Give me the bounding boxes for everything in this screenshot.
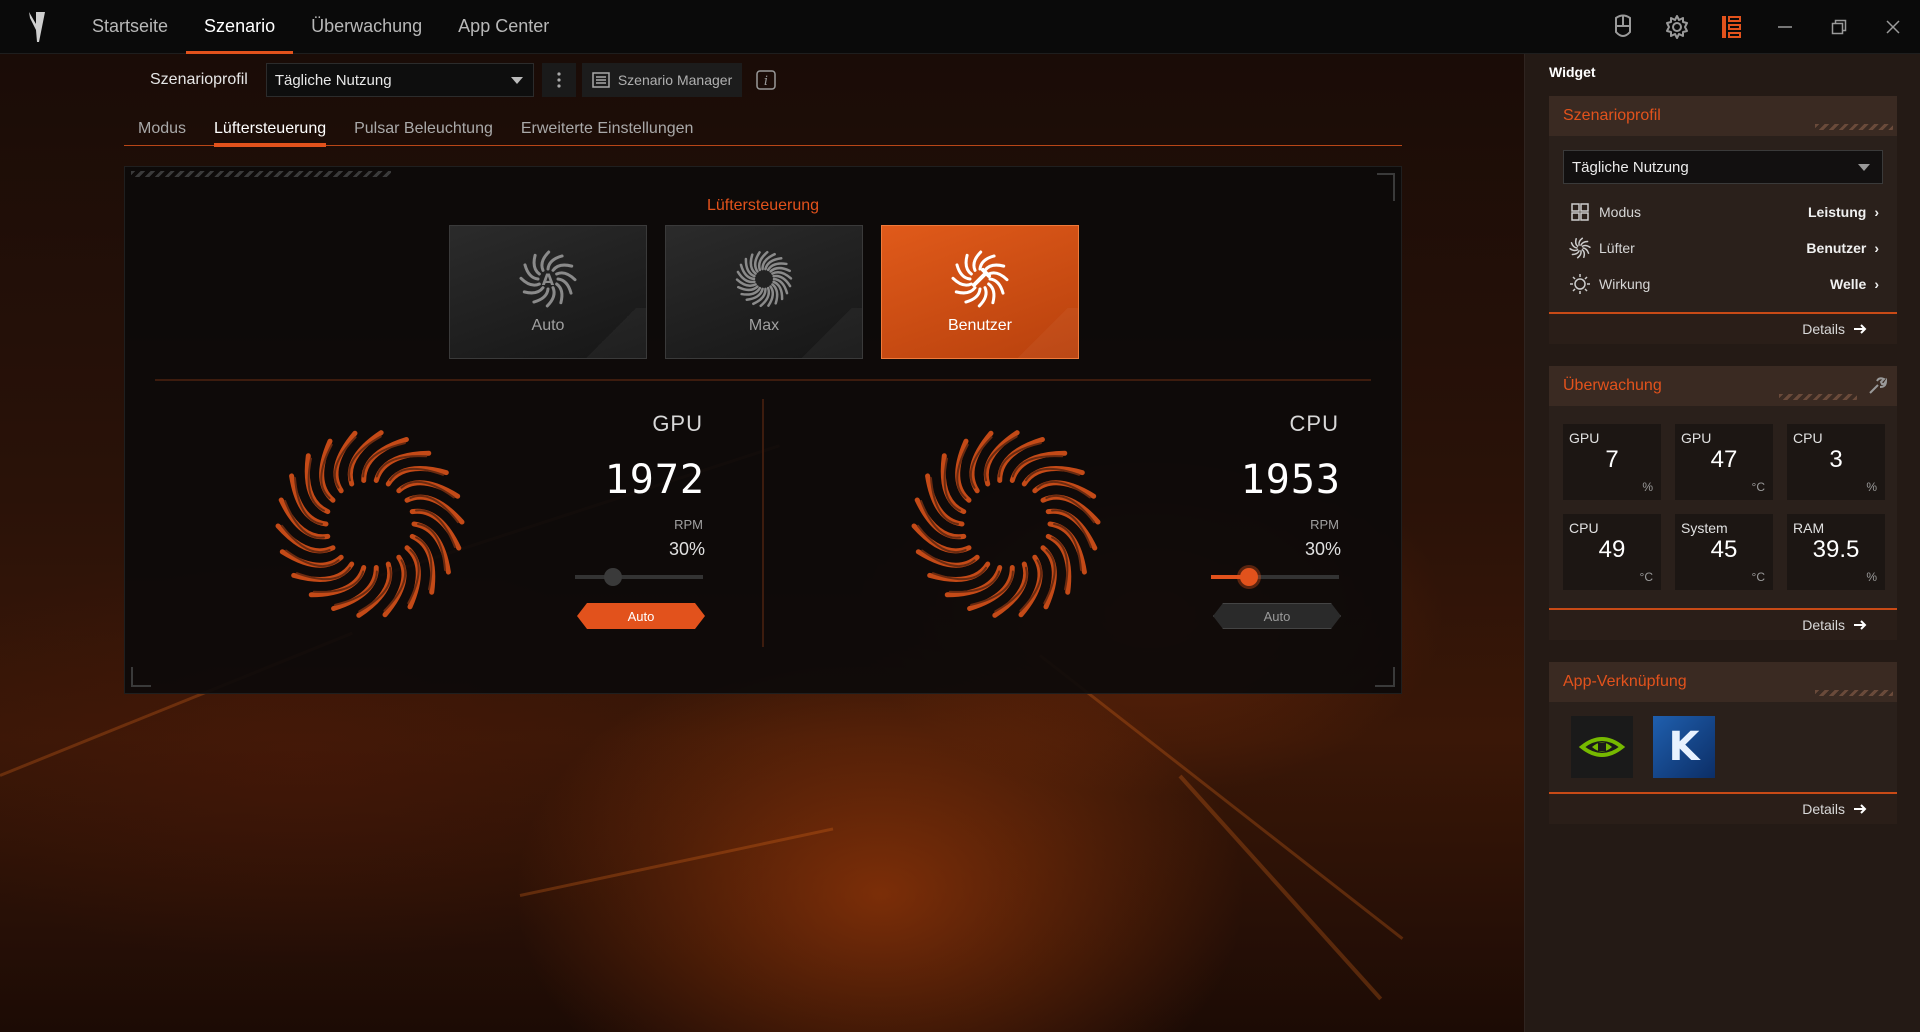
scenario-manager-button[interactable]: Szenario Manager: [581, 63, 743, 97]
nav-tab-szenario[interactable]: Szenario: [186, 0, 294, 54]
cpu-fan-block: CPU 1953 RPM 30% Auto: [801, 407, 1361, 647]
chevron-down-icon: [1858, 164, 1870, 171]
fan-mode-max-button[interactable]: Max: [665, 225, 863, 359]
nvidia-icon[interactable]: [1571, 716, 1633, 778]
tile-gpu-usage: GPU 7 %: [1563, 424, 1661, 500]
nav-tab-startseite[interactable]: Startseite: [74, 0, 186, 54]
widget-panel-toggle-icon[interactable]: [1704, 0, 1758, 54]
gpu-fan-percent: 30%: [668, 539, 705, 559]
gpu-fan-icon: [275, 430, 465, 618]
nav-tab-app-center[interactable]: App Center: [440, 0, 567, 54]
app-logo: [0, 0, 74, 54]
widget-row-modus[interactable]: Modus Leistung ›: [1549, 194, 1897, 230]
fan-mode-auto-label: Auto: [531, 317, 565, 334]
cpu-fan-slider[interactable]: [1211, 568, 1339, 586]
subtab-pulsar-beleuchtung[interactable]: Pulsar Beleuchtung: [340, 112, 507, 146]
arrow-right-icon: [1854, 804, 1867, 814]
list-icon: [592, 72, 610, 88]
cpu-fan-rpm: 1953: [1240, 457, 1341, 503]
sun-icon: [1569, 273, 1591, 295]
scenario-manager-label: Szenario Manager: [617, 72, 733, 88]
widget-apps-card: App-Verknüpfung K Details: [1549, 662, 1897, 824]
fan-control-title: Lüftersteuerung: [706, 197, 820, 214]
cpu-fan-name: CPU: [1289, 411, 1339, 436]
tile-cpu-temp: CPU 49 °C: [1563, 514, 1661, 590]
subtab-erweiterte-einstellungen[interactable]: Erweiterte Einstellungen: [507, 112, 708, 146]
scenario-profile-select[interactable]: Tägliche Nutzung: [265, 63, 534, 97]
tile-system-temp: System 45 °C: [1675, 514, 1773, 590]
widget-profile-details-link[interactable]: Details: [1549, 312, 1897, 344]
info-icon[interactable]: i: [754, 68, 778, 92]
arrow-right-icon: [1854, 324, 1867, 334]
widget-profile-card: Szenarioprofil Tägliche Nutzung Modus Le…: [1549, 96, 1897, 344]
widget-profile-header: Szenarioprofil: [1549, 96, 1897, 136]
kebab-icon: [557, 72, 561, 88]
gpu-fan-name: GPU: [652, 411, 703, 436]
svg-text:A: A: [542, 270, 555, 289]
fan-auto-icon: A: [519, 250, 577, 308]
chevron-right-icon: ›: [1874, 204, 1879, 220]
gpu-fan-block: GPU 1972 RPM 30% Auto: [165, 407, 725, 647]
widget-monitor-details-link[interactable]: Details: [1549, 608, 1897, 640]
gpu-fan-slider[interactable]: [575, 568, 703, 586]
nav-tab-ueberwachung[interactable]: Überwachung: [293, 0, 440, 54]
tile-gpu-temp: GPU 47 °C: [1675, 424, 1773, 500]
tile-ram-usage: RAM 39.5 %: [1787, 514, 1885, 590]
widget-monitor-card: Überwachung GPU 7 % GPU 47 °C CPU 3 % CP…: [1549, 366, 1897, 640]
fan-max-icon: [735, 250, 793, 308]
grid-icon: [1569, 201, 1591, 223]
chevron-right-icon: ›: [1874, 276, 1879, 292]
scenario-profile-row: Szenarioprofil Tägliche Nutzung Szenario…: [150, 62, 778, 98]
widget-monitor-header: Überwachung: [1549, 366, 1897, 406]
subtab-lueftersteuerung[interactable]: Lüftersteuerung: [200, 112, 340, 147]
monitor-tiles: GPU 7 % GPU 47 °C CPU 3 % CPU 49 °C Syst…: [1549, 406, 1897, 608]
gpu-fan-auto-button[interactable]: Auto: [577, 603, 705, 629]
killer-icon[interactable]: K: [1653, 716, 1715, 778]
gpu-fan-slider-handle[interactable]: [604, 568, 623, 586]
cpu-fan-percent: 30%: [1304, 539, 1341, 559]
cpu-fan-icon: [911, 430, 1101, 618]
app-shortcuts: K: [1549, 702, 1897, 792]
gear-icon[interactable]: [1650, 0, 1704, 54]
widget-apps-details-link[interactable]: Details: [1549, 792, 1897, 824]
svg-text:i: i: [764, 74, 768, 89]
fan-mode-selector: A Auto Max Benutzer: [449, 225, 1079, 359]
gpu-fan-rpm: 1972: [604, 457, 705, 503]
fan-control-panel: Lüftersteuerung A Auto Max Benutzer GPU …: [124, 166, 1402, 694]
scenario-subtabs: Modus Lüftersteuerung Pulsar Beleuchtung…: [124, 112, 1402, 147]
widget-apps-header: App-Verknüpfung: [1549, 662, 1897, 702]
fan-mode-benutzer-label: Benutzer: [947, 317, 1013, 334]
fan-custom-icon: [951, 250, 1009, 308]
cpu-fan-auto-button[interactable]: Auto: [1213, 603, 1341, 629]
widget-row-luefter[interactable]: Lüfter Benutzer ›: [1549, 230, 1897, 266]
fan-mode-auto-button[interactable]: A Auto: [449, 225, 647, 359]
chevron-right-icon: ›: [1874, 240, 1879, 256]
wrench-icon[interactable]: [1867, 376, 1888, 401]
chevron-down-icon: [510, 77, 523, 84]
cpu-fan-slider-handle[interactable]: [1240, 568, 1259, 586]
gpu-fan-rpm-unit: RPM: [674, 517, 703, 532]
widget-profile-select[interactable]: Tägliche Nutzung: [1563, 150, 1883, 184]
minimize-icon[interactable]: [1758, 0, 1812, 54]
scenario-profile-value: Tägliche Nutzung: [274, 71, 392, 89]
widget-pane: Widget Szenarioprofil Tägliche Nutzung M…: [1524, 54, 1920, 1032]
close-icon[interactable]: [1866, 0, 1920, 54]
tile-cpu-usage: CPU 3 %: [1787, 424, 1885, 500]
scenario-profile-label: Szenarioprofil: [150, 71, 248, 88]
mouse-device-icon[interactable]: [1596, 0, 1650, 54]
arrow-right-icon: [1854, 620, 1867, 630]
subtab-modus[interactable]: Modus: [124, 112, 200, 146]
top-navigation-bar: Startseite Szenario Überwachung App Cent…: [0, 0, 1920, 54]
cpu-fan-rpm-unit: RPM: [1310, 517, 1339, 532]
more-options-button[interactable]: [541, 63, 576, 97]
fan-icon: [1569, 237, 1591, 259]
widget-row-wirkung[interactable]: Wirkung Welle ›: [1549, 266, 1897, 302]
fan-mode-max-label: Max: [748, 317, 780, 334]
fan-mode-benutzer-button[interactable]: Benutzer: [881, 225, 1079, 359]
widget-title: Widget: [1549, 64, 1596, 80]
restore-icon[interactable]: [1812, 0, 1866, 54]
